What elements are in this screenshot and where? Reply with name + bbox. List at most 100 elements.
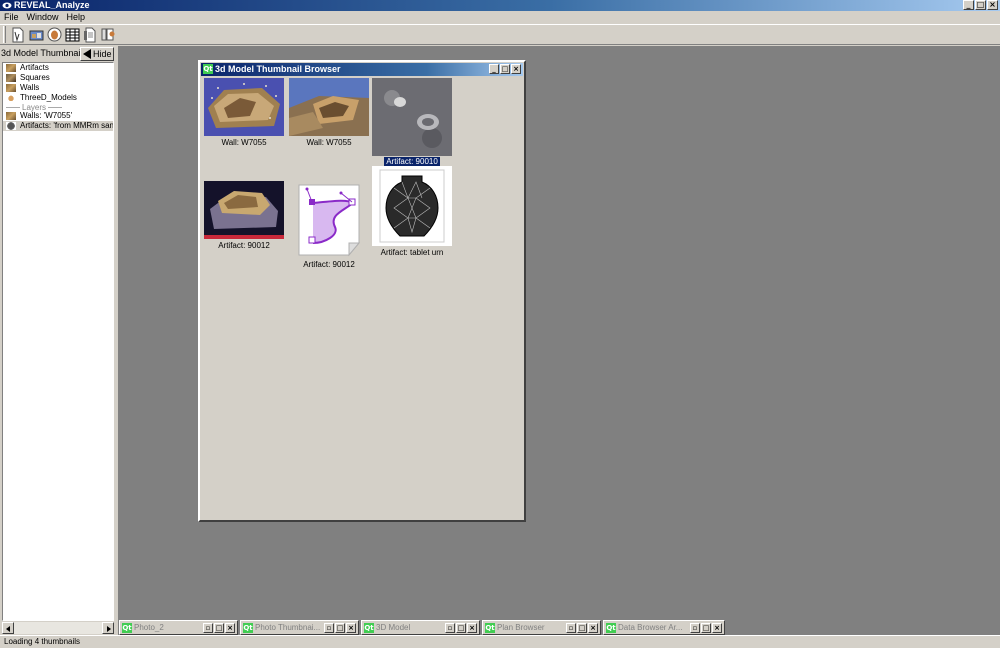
thumbnail-caption: Wall: W7055 [306, 138, 352, 147]
tree-item-walls[interactable]: Walls [3, 83, 113, 93]
thumbnail-caption: Artifact: tablet urn [380, 248, 444, 257]
wall-photo-icon [6, 84, 16, 92]
layer-tree[interactable]: Artifacts Squares Walls ThreeD_Models La… [2, 62, 114, 621]
thumbnail-caption-selected: Artifact: 90010 [384, 157, 440, 166]
qt-logo-icon: Qt [364, 623, 374, 633]
close-button[interactable]: × [987, 0, 998, 10]
close-button[interactable]: × [346, 623, 356, 633]
menu-file[interactable]: File [0, 11, 23, 24]
layers-button[interactable] [100, 26, 116, 43]
restore-button[interactable]: ▫ [203, 623, 213, 633]
thumbnail-item[interactable]: Artifact: 90012 [289, 181, 369, 271]
minimized-window-title: 3D Model [376, 623, 411, 632]
restore-button[interactable]: ▫ [566, 623, 576, 633]
thumbnail-grid: Wall: W7055 Wall: W7055 Artifact: 90010 … [202, 77, 524, 520]
minimized-windows-bar: Qt Photo_2 ▫ □ × Qt Photo Thumbnai... ▫ … [118, 620, 1000, 635]
thumbnail-item[interactable]: Artifact: 90010 [372, 78, 452, 168]
restore-button[interactable]: ▫ [690, 623, 700, 633]
tree-item-layer-artifacts[interactable]: Artifacts: 'from MMRm sandl [3, 121, 113, 131]
dark-artifact-icon [6, 122, 16, 130]
arrow-right-icon [107, 626, 111, 632]
child-close-button[interactable]: × [511, 64, 521, 74]
close-button[interactable]: × [712, 623, 722, 633]
tree-item-label: ThreeD_Models [20, 93, 77, 102]
maximize-button[interactable]: □ [456, 623, 466, 633]
child-maximize-button[interactable]: □ [500, 64, 510, 74]
close-button[interactable]: × [225, 623, 235, 633]
restore-button[interactable]: ▫ [445, 623, 455, 633]
photo-browser-button[interactable] [28, 26, 44, 43]
minimized-window-plan-browser[interactable]: Qt Plan Browser ▫ □ × [482, 620, 601, 635]
app-title: REVEAL_Analyze [14, 0, 90, 10]
menu-help[interactable]: Help [63, 11, 90, 24]
minimized-window-data-browser[interactable]: Qt Data Browser Ar... ▫ □ × [603, 620, 725, 635]
minimize-button[interactable]: _ [963, 0, 974, 10]
child-titlebar[interactable]: Qt 3d Model Thumbnail Browser _ □ × [201, 63, 523, 76]
qt-logo-icon: Qt [485, 623, 495, 633]
hide-label: Hide [93, 49, 112, 59]
new-button[interactable] [10, 26, 26, 43]
artifact-button[interactable] [46, 26, 62, 43]
new-icon [12, 27, 24, 42]
thumbnail-item[interactable]: Wall: W7055 [289, 78, 369, 150]
close-button[interactable]: × [588, 623, 598, 633]
thumbnail-item[interactable]: Artifact: 90012 [204, 181, 284, 253]
layers-icon [101, 28, 114, 41]
tree-item-label: Artifacts: 'from MMRm sandl [20, 121, 114, 130]
menu-window[interactable]: Window [23, 11, 63, 24]
minimized-window-3d-model[interactable]: Qt 3D Model ▫ □ × [361, 620, 480, 635]
thumbnail-caption: Artifact: 90012 [218, 241, 270, 250]
tree-item-threed-models[interactable]: ThreeD_Models [3, 93, 113, 103]
qt-logo-icon: Qt [606, 623, 616, 633]
scroll-right-button[interactable] [102, 622, 114, 634]
wall-photo-icon [6, 112, 16, 120]
thumbnail-item[interactable]: Wall: W7055 [204, 78, 284, 150]
vector-document-image [289, 181, 369, 259]
wall-scan-image [204, 78, 284, 136]
table-button[interactable] [64, 26, 80, 43]
maximize-button[interactable]: □ [335, 623, 345, 633]
status-text: Loading 4 thumbnails [4, 637, 81, 646]
square-photo-icon [6, 74, 16, 82]
tree-item-label: Walls [20, 83, 40, 92]
dock-title: 3d Model Thumbnail Bro [1, 48, 81, 58]
maximize-button[interactable]: □ [701, 623, 711, 633]
tree-item-artifacts[interactable]: Artifacts [3, 63, 113, 73]
artifact-photo-icon [6, 64, 16, 72]
toolbar-grip[interactable] [3, 26, 6, 43]
hide-button[interactable]: Hide [80, 47, 114, 61]
child-minimize-button[interactable]: _ [489, 64, 499, 74]
app-eye-icon [2, 2, 12, 9]
document-icon [84, 27, 96, 42]
urn-mesh-image [372, 166, 452, 246]
minimized-window-title: Photo Thumbnai... [255, 623, 321, 632]
maximize-button[interactable]: □ [577, 623, 587, 633]
layers-separator: Layers [3, 103, 113, 112]
app-titlebar: REVEAL_Analyze _ □ × [0, 0, 1000, 11]
maximize-button[interactable]: □ [975, 0, 986, 10]
tree-item-squares[interactable]: Squares [3, 73, 113, 83]
artifact-render-image [204, 181, 284, 239]
thumbnail-browser-window[interactable]: Qt 3d Model Thumbnail Browser _ □ × Wall… [198, 60, 526, 522]
minimized-window-photo-2[interactable]: Qt Photo_2 ▫ □ × [119, 620, 238, 635]
qt-logo-icon: Qt [243, 623, 253, 633]
thumbnail-item[interactable]: Artifact: tablet urn [372, 166, 452, 258]
qt-logo-icon: Qt [122, 623, 132, 633]
restore-button[interactable]: ▫ [324, 623, 334, 633]
close-button[interactable]: × [467, 623, 477, 633]
document-button[interactable] [82, 26, 98, 43]
maximize-button[interactable]: □ [214, 623, 224, 633]
tree-item-label: Artifacts [20, 63, 49, 72]
statusbar: Loading 4 thumbnails [0, 635, 1000, 648]
minimized-window-photo-thumbnail[interactable]: Qt Photo Thumbnai... ▫ □ × [240, 620, 359, 635]
qt-logo-icon: Qt [203, 64, 213, 74]
table-icon [65, 28, 79, 41]
thumbnail-caption: Wall: W7055 [221, 138, 267, 147]
child-title: 3d Model Thumbnail Browser [215, 64, 341, 74]
artifact-icon [47, 27, 61, 42]
tree-item-layer-walls[interactable]: Walls: 'W7055' [3, 111, 113, 121]
tree-item-label: Squares [20, 73, 50, 82]
minimized-window-title: Data Browser Ar... [618, 623, 683, 632]
tree-horizontal-scrollbar[interactable] [2, 621, 114, 634]
scroll-left-button[interactable] [2, 622, 14, 634]
